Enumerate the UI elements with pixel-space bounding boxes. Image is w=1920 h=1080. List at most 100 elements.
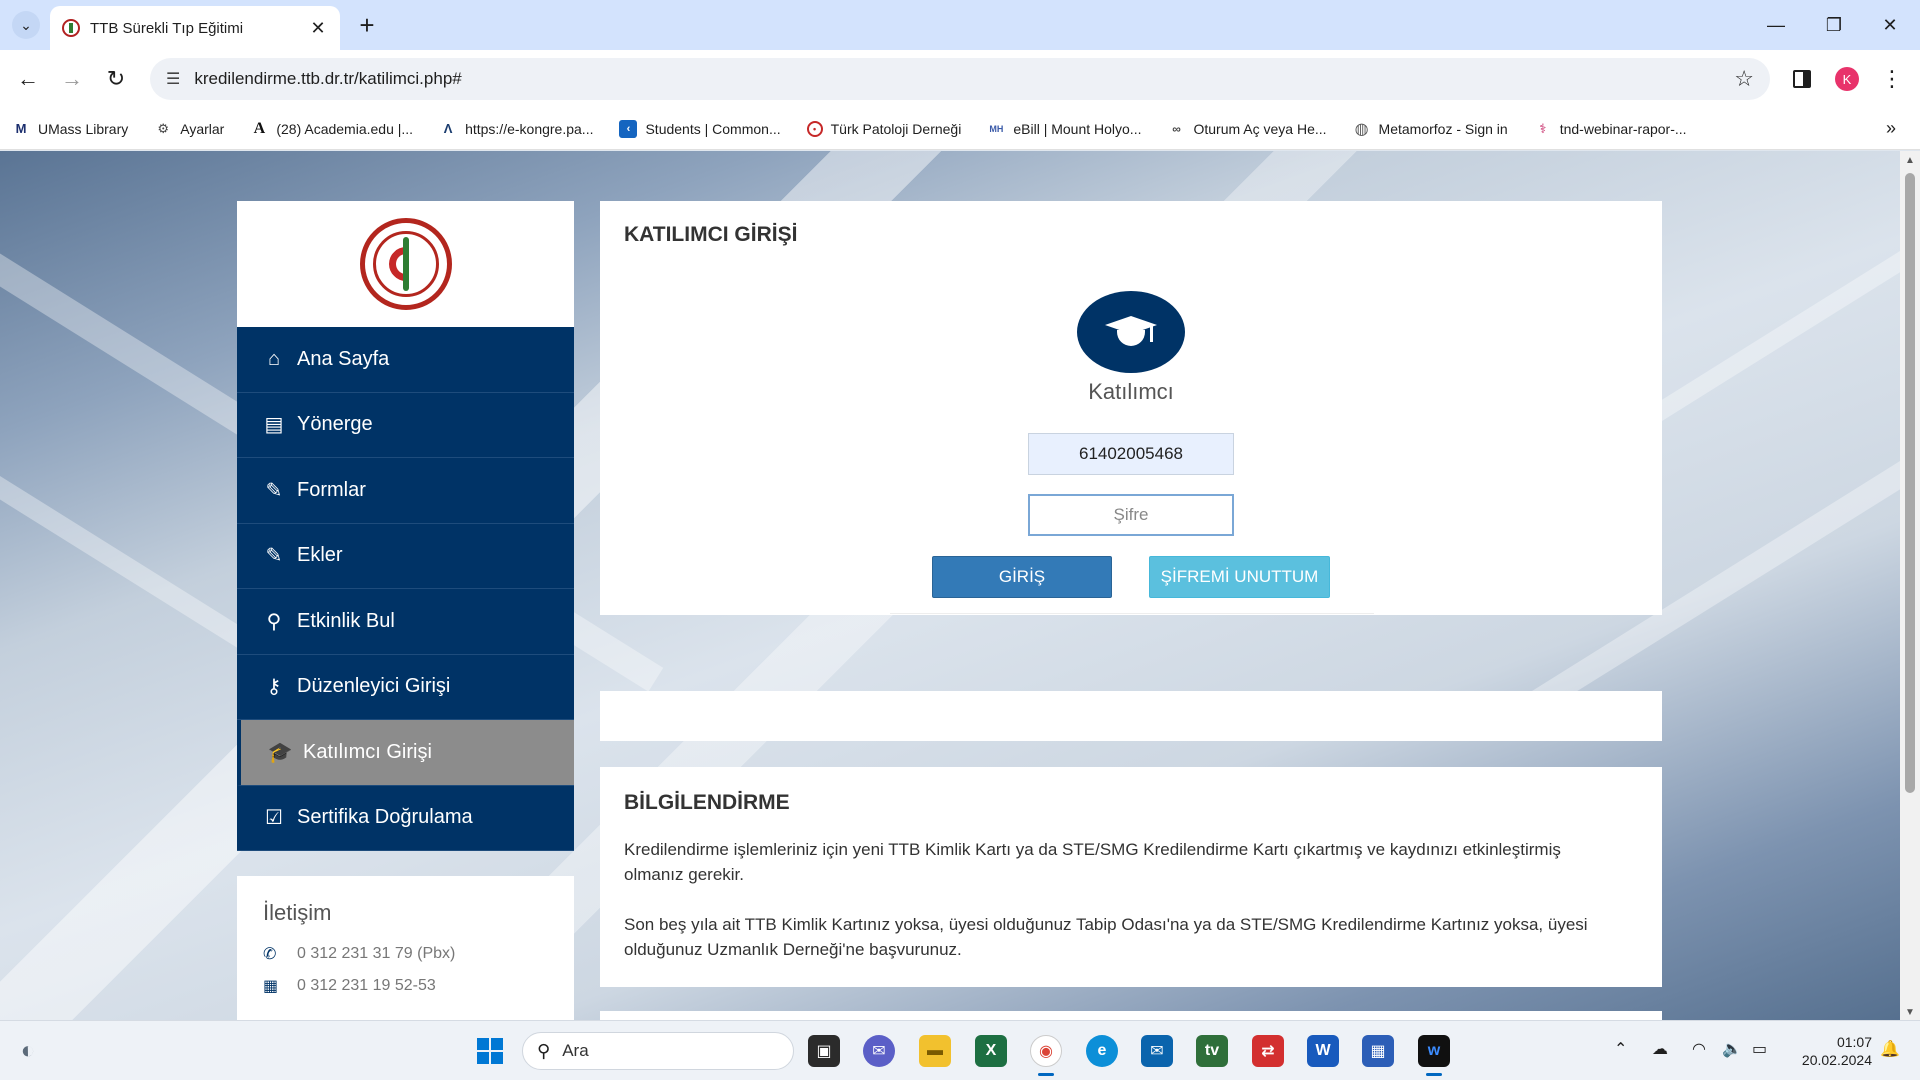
ttb-logo[interactable] [359, 218, 452, 310]
reload-icon[interactable]: ↻ [100, 63, 132, 95]
start-windows-icon[interactable] [474, 1035, 506, 1067]
username-field[interactable] [1028, 433, 1234, 475]
info-panel: BİLGİLENDİRME Kredilendirme işlemleriniz… [600, 767, 1662, 987]
edit-icon: ✎ [265, 479, 283, 502]
task-view-icon[interactable]: ▣ [808, 1035, 840, 1067]
edge-icon[interactable]: e [1086, 1035, 1118, 1067]
search-icon: ⚲ [266, 610, 282, 633]
check-square-icon: ☑ [265, 807, 283, 830]
mail-icon[interactable]: ✉ [1141, 1035, 1173, 1067]
word-icon[interactable]: W [1307, 1035, 1339, 1067]
cloud-sync-icon[interactable]: ☁ [1652, 1039, 1668, 1059]
bookmark-ebill[interactable]: MH eBill | Mount Holyo... [987, 120, 1141, 138]
weather-icon[interactable]: ◐ [12, 1035, 44, 1067]
taskbar-clock[interactable]: 01:07 20.02.2024 [1792, 1033, 1872, 1069]
url-text[interactable]: kredilendirme.ttb.dr.tr/katilimci.php# [194, 69, 1734, 89]
browser-tab-active[interactable]: TTB Sürekli Tıp Eğitimi ✕ [50, 6, 340, 50]
teamviewer-icon[interactable]: tv [1196, 1035, 1228, 1067]
bookmark-tnd[interactable]: ⚕ tnd-webinar-rapor-... [1534, 120, 1686, 138]
ekongre-icon: Λ [443, 121, 453, 136]
ebill-icon: MH [989, 123, 1004, 134]
taskbar-search[interactable]: ⚲ Ara [522, 1032, 794, 1070]
webex-icon[interactable]: w [1418, 1035, 1450, 1067]
participant-avatar [1077, 291, 1185, 373]
chrome-icon[interactable]: ◉ [1030, 1035, 1062, 1067]
sidebar-item-label: Katılımcı Girişi [303, 740, 432, 763]
contact-phone: ✆ 0 312 231 31 79 (Pbx) [263, 945, 456, 963]
bookmark-ekongre[interactable]: Λhttps://e-kongre.pa... [439, 120, 594, 138]
tab-search-chevron-down-icon[interactable]: ⌄ [12, 11, 40, 39]
sidebar-item-ekler[interactable]: ✎ Ekler [237, 523, 574, 589]
profile-avatar[interactable]: K [1835, 67, 1859, 91]
bookmark-oturum[interactable]: ∞ Oturum Aç veya He... [1167, 120, 1326, 138]
back-arrow-icon[interactable]: ← [12, 63, 44, 95]
sidebar-item-etkinlik-bul[interactable]: ⚲ Etkinlik Bul [237, 589, 574, 655]
divider [890, 613, 1374, 614]
side-panel-icon[interactable] [1786, 63, 1818, 95]
sidebar-item-ana-sayfa[interactable]: ⌂ Ana Sayfa [237, 327, 574, 393]
forgot-password-button[interactable]: ŞİFREMİ UNUTTUM [1149, 556, 1330, 598]
link-icon: ∞ [1172, 121, 1181, 136]
chat-icon[interactable]: ✉ [863, 1035, 895, 1067]
bookmark-metamorfoz[interactable]: ◍ Metamorfoz - Sign in [1353, 120, 1508, 138]
academia-icon: A [253, 119, 266, 137]
sidebar-item-label: Formlar [297, 478, 366, 501]
login-button[interactable]: GİRİŞ [932, 556, 1112, 598]
wifi-icon[interactable]: ◠ [1692, 1039, 1706, 1059]
restore-icon[interactable]: ❐ [1814, 8, 1854, 42]
address-bar[interactable]: ☰ kredilendirme.ttb.dr.tr/katilimci.php#… [150, 58, 1770, 100]
bookmarks-bar: M UMass Library ⚙ Ayarlar A (28) Academia.e… [0, 108, 1920, 150]
volume-icon[interactable]: 🔈 [1722, 1039, 1742, 1059]
window-close-icon[interactable]: ✕ [1870, 8, 1910, 42]
info-paragraph: Son beş yıla ait TTB Kimlik Kartınız yok… [624, 915, 1588, 959]
file-explorer-icon[interactable]: ▬ [919, 1035, 951, 1067]
battery-icon[interactable]: ▭ [1752, 1039, 1767, 1059]
anydesk-icon[interactable]: ⇄ [1252, 1035, 1284, 1067]
bookmarks-overflow-icon[interactable]: » [1886, 118, 1896, 139]
browser-tab-bar: ⌄ TTB Sürekli Tıp Eğitimi ✕ + — ❐ ✕ [0, 0, 1920, 50]
scroll-down-icon[interactable]: ▼ [1905, 1007, 1915, 1018]
edit-icon: ✎ [265, 545, 283, 568]
password-field[interactable] [1028, 494, 1234, 536]
bookmark-umass[interactable]: M UMass Library [12, 120, 129, 138]
globe-icon: ◍ [1354, 120, 1369, 138]
logo-box [237, 201, 574, 327]
sidebar-item-duzenleyici-girisi[interactable]: ⚷ Düzenleyici Girişi [237, 654, 574, 720]
info-paragraph: Kredilendirme işlemleriniz için yeni TTB… [624, 840, 1561, 884]
role-label: Katılımcı [1088, 379, 1174, 404]
tray-overflow-chevron-up-icon[interactable]: ⌃ [1614, 1039, 1627, 1059]
site-info-tune-icon[interactable]: ☰ [166, 69, 180, 89]
sidebar-item-yonerge[interactable]: ▤ Yönerge [237, 392, 574, 458]
tab-close-icon[interactable]: ✕ [308, 18, 328, 39]
sidebar-item-label: Ekler [297, 544, 343, 567]
browser-menu-icon[interactable]: ⋮ [1880, 63, 1904, 95]
minimize-icon[interactable]: — [1756, 8, 1796, 42]
bookmark-commonapp[interactable]: ‹ Students | Common... [619, 119, 781, 138]
sidebar-item-label: Etkinlik Bul [297, 609, 395, 632]
key-icon: ⚷ [266, 676, 282, 699]
bookmark-star-icon[interactable]: ☆ [1734, 66, 1754, 92]
scroll-up-icon[interactable]: ▲ [1905, 155, 1915, 166]
new-tab-plus-icon[interactable]: + [352, 10, 382, 40]
bookmark-academia[interactable]: A (28) Academia.edu |... [250, 119, 414, 138]
notification-bell-icon[interactable]: 🔔 [1880, 1039, 1900, 1059]
forward-arrow-icon[interactable]: → [56, 63, 88, 95]
clock-time: 01:07 [1836, 1034, 1872, 1050]
book-icon: ▤ [264, 414, 284, 437]
excel-icon[interactable]: X [975, 1035, 1007, 1067]
bookmark-ayarlar[interactable]: ⚙ Ayarlar [154, 120, 224, 138]
page-scrollbar[interactable]: ▲ ▼ [1900, 151, 1920, 1020]
contact-title: İletişim [263, 900, 332, 925]
graduation-cap-icon [1103, 312, 1159, 352]
sidebar-item-sertifika-dogrulama[interactable]: ☑ Sertifika Doğrulama [237, 785, 574, 851]
sidebar-item-katilimci-girisi[interactable]: 🎓 Katılımcı Girişi [237, 720, 574, 786]
phone-icon: ✆ [263, 946, 277, 963]
scroll-thumb[interactable] [1905, 173, 1915, 793]
bookmark-patoloji[interactable]: • Türk Patoloji Derneği [806, 120, 961, 137]
gear-icon: ⚙ [157, 120, 170, 136]
store-icon[interactable]: ▦ [1362, 1035, 1394, 1067]
sidebar-item-formlar[interactable]: ✎ Formlar [237, 458, 574, 524]
bottom-panel [600, 1011, 1662, 1020]
tnd-icon: ⚕ [1539, 120, 1547, 136]
graduation-cap-icon: 🎓 [267, 741, 293, 764]
